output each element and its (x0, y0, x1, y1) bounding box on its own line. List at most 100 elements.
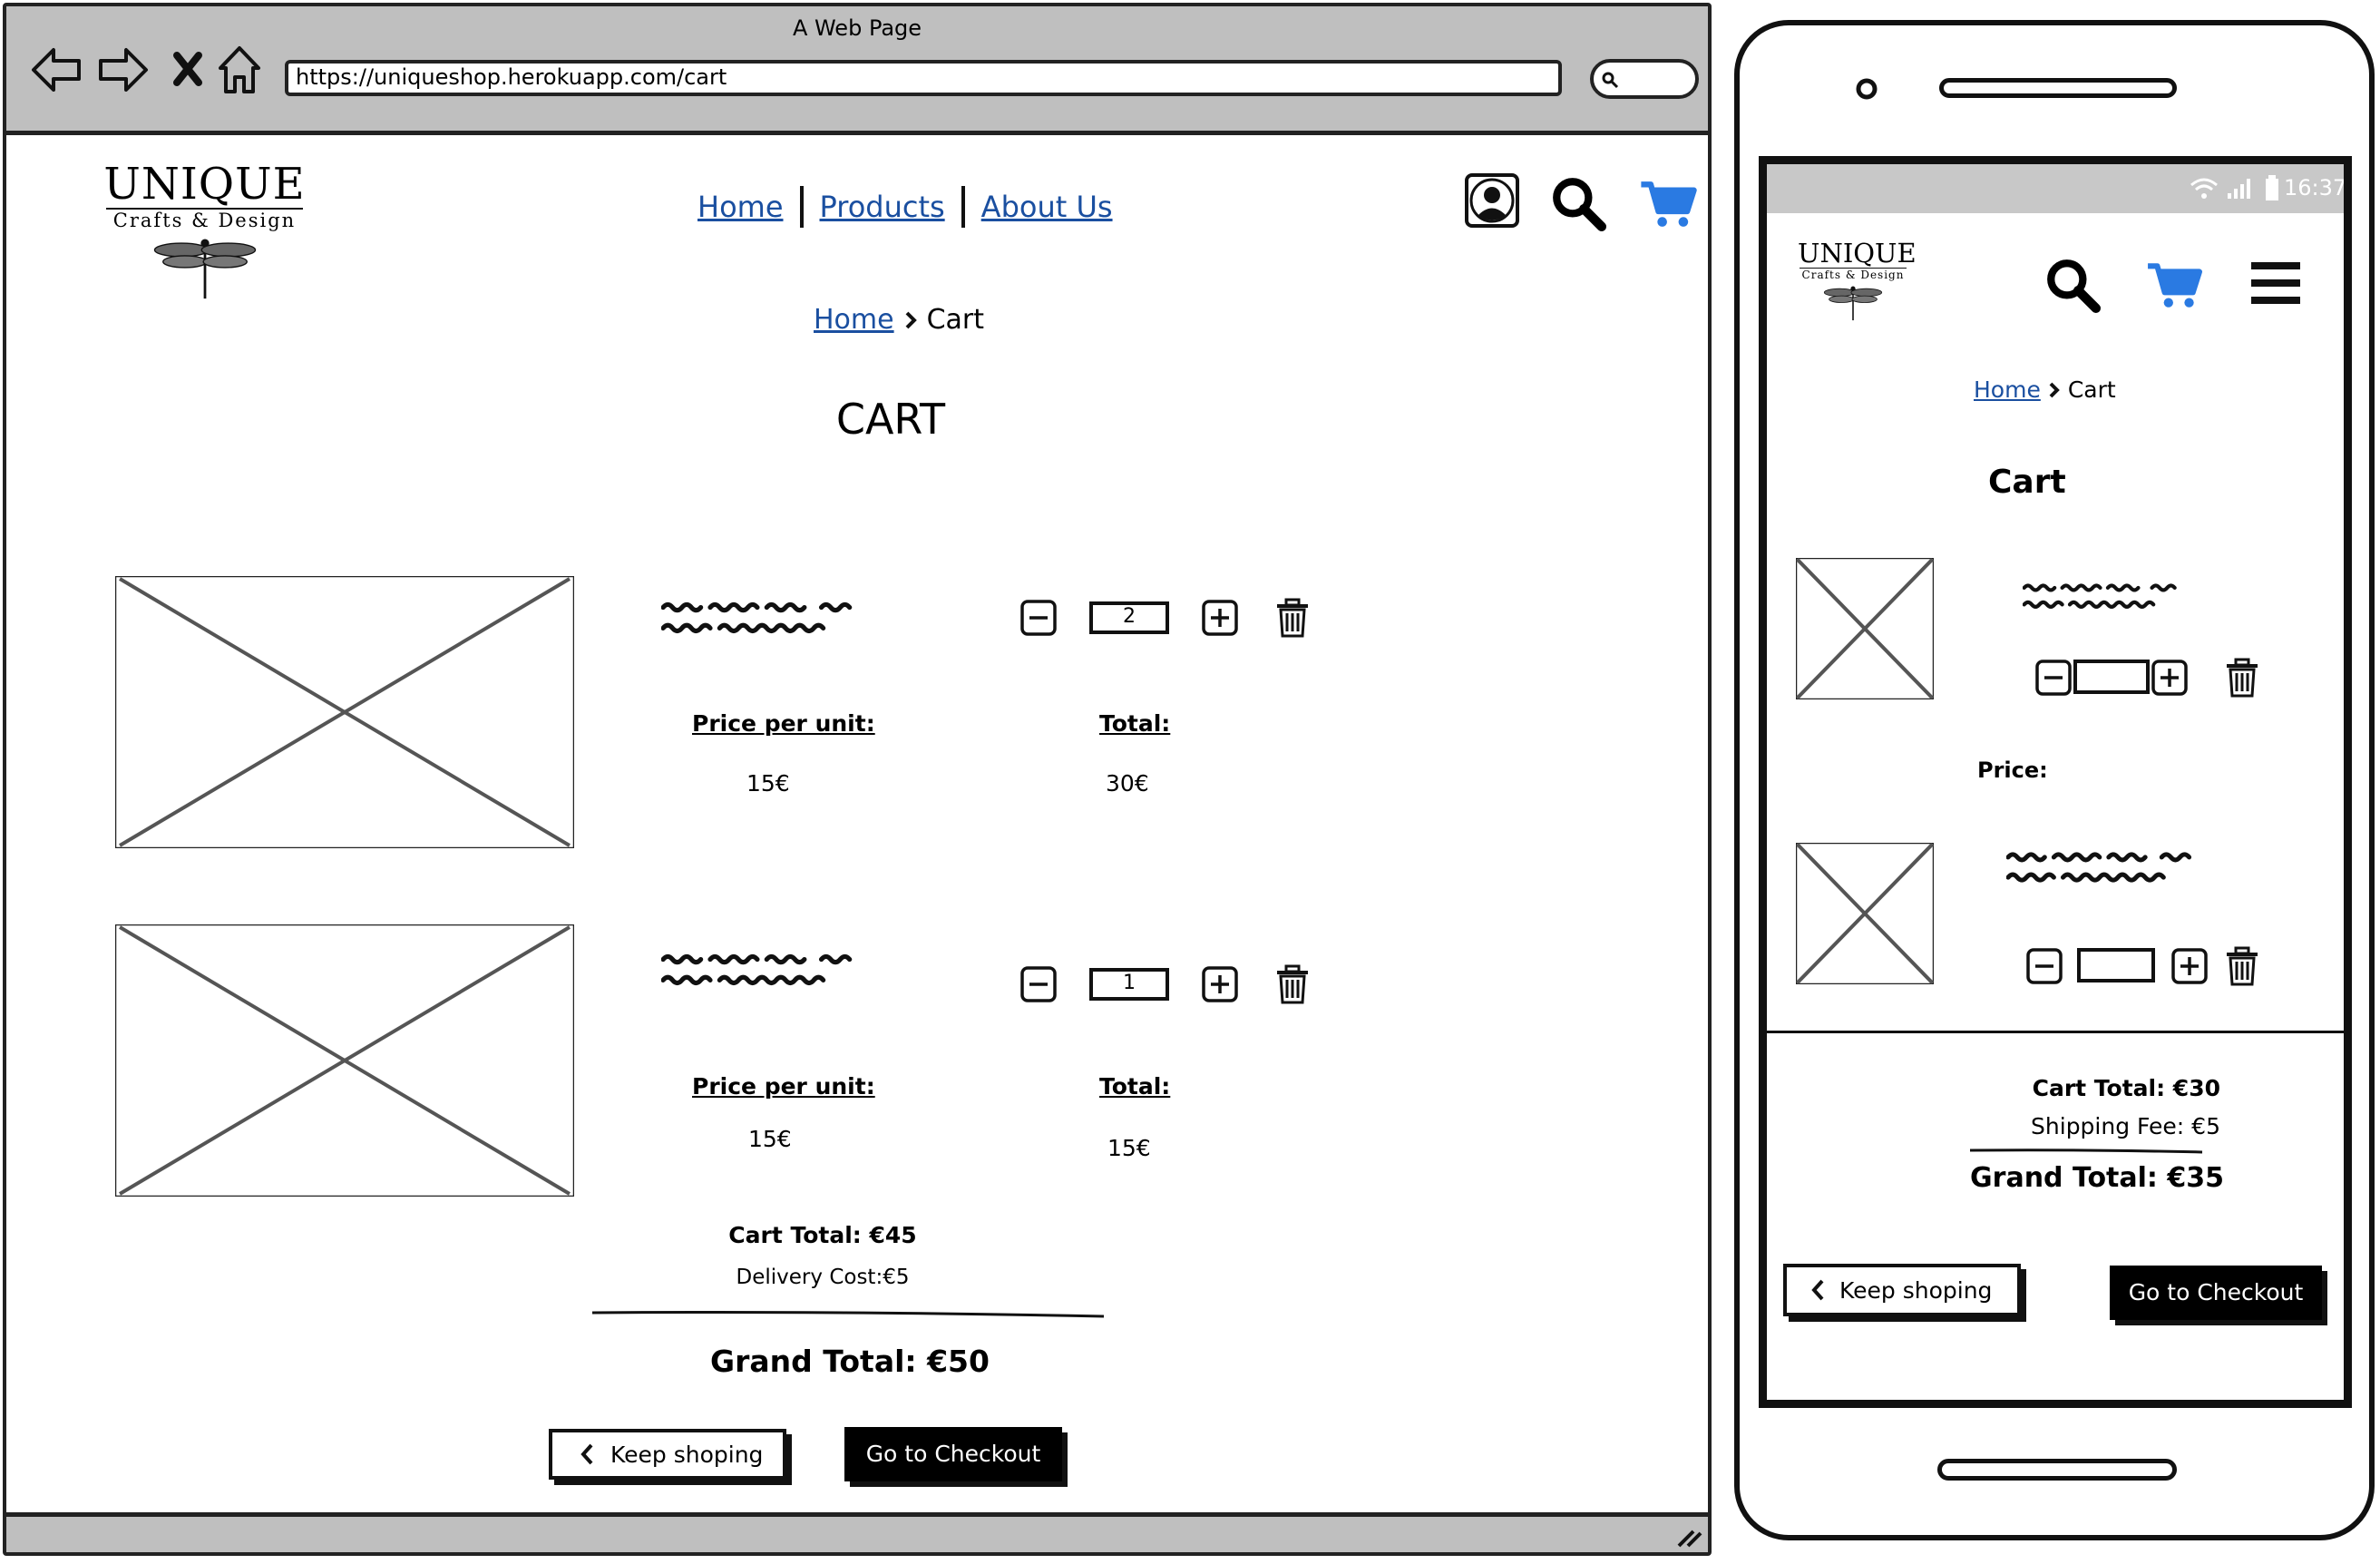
chevron-left-icon (1811, 1279, 1824, 1301)
grand-total: Grand Total: €50 (710, 1344, 990, 1379)
keep-shopping-label: Keep shoping (1839, 1276, 1993, 1304)
product-image-placeholder (115, 576, 574, 848)
url-bar[interactable]: https://uniqueshop.herokuapp.com/cart (285, 60, 1562, 96)
quantity-input[interactable] (2077, 948, 2155, 982)
keep-shopping-label: Keep shoping (610, 1441, 764, 1468)
quantity-input[interactable] (2073, 660, 2150, 694)
trash-icon[interactable] (2224, 946, 2260, 986)
minus-icon[interactable] (1020, 600, 1057, 636)
minus-icon[interactable] (1020, 966, 1057, 1002)
product-image-placeholder (115, 924, 574, 1197)
price-per-unit-value: 15€ (746, 770, 790, 797)
items-divider (1767, 1031, 2344, 1033)
dragonfly-logo-icon (1819, 282, 1887, 322)
keep-shopping-button[interactable]: Keep shoping (549, 1429, 786, 1480)
logo-subtitle: Crafts & Design (1801, 269, 1905, 281)
cart-total: Cart Total: €30 (2032, 1075, 2220, 1101)
site-logo[interactable]: UNIQUE Crafts & Design (1798, 238, 1917, 322)
browser-toolbar: A Web Page https://uniqueshop.herokuapp.… (6, 6, 1708, 135)
nav-divider (961, 186, 965, 228)
breadcrumb-home-link[interactable]: Home (1974, 376, 2041, 403)
quantity-input[interactable]: 2 (1089, 601, 1169, 634)
item-total-value: 15€ (1107, 1135, 1151, 1161)
totals-divider (1969, 1149, 2203, 1154)
shipping-fee: Shipping Fee: €5 (2031, 1113, 2220, 1139)
back-arrow-icon[interactable] (30, 46, 83, 93)
trash-icon[interactable] (1274, 964, 1311, 1004)
signal-icon (2228, 179, 2250, 199)
price-per-unit-label: Price per unit: (692, 710, 875, 737)
wifi-icon (2190, 178, 2218, 199)
browser-window: A Web Page https://uniqueshop.herokuapp.… (3, 3, 1712, 1556)
item-total-label: Total: (1099, 1073, 1171, 1100)
breadcrumb-home-link[interactable]: Home (814, 304, 894, 336)
user-account-icon[interactable] (1465, 173, 1519, 228)
home-icon[interactable] (217, 44, 262, 95)
delivery-cost: Delivery Cost:€5 (736, 1266, 910, 1289)
product-image-placeholder (1796, 843, 1934, 984)
cart-total: Cart Total: €45 (728, 1222, 917, 1248)
item-total-label: Total: (1099, 710, 1171, 737)
price-per-unit-value: 15€ (748, 1126, 792, 1152)
page-title: CART (835, 395, 946, 444)
forward-arrow-icon[interactable] (97, 46, 150, 93)
product-name-scribble (661, 600, 906, 638)
close-icon[interactable] (173, 52, 202, 86)
plus-icon[interactable] (2151, 660, 2188, 696)
browser-statusbar (6, 1512, 1708, 1552)
browser-search-field[interactable] (1590, 59, 1699, 99)
browser-window-title: A Web Page (792, 15, 922, 41)
minus-icon[interactable] (2035, 660, 2072, 696)
checkout-button[interactable]: Go to Checkout (2110, 1266, 2322, 1320)
search-icon (1602, 72, 1619, 89)
phone-camera-icon (1856, 78, 1878, 100)
dragonfly-logo-icon (146, 233, 264, 300)
plus-icon[interactable] (1202, 600, 1238, 636)
nav-home-link[interactable]: Home (697, 190, 784, 224)
breadcrumb: Home Cart (1974, 376, 2116, 403)
trash-icon[interactable] (1274, 598, 1311, 638)
logo-title: UNIQUE (1798, 238, 1917, 269)
plus-icon[interactable] (2171, 948, 2208, 984)
nav-products-link[interactable]: Products (820, 190, 945, 224)
menu-icon[interactable] (2249, 260, 2302, 306)
phone-home-button[interactable] (1937, 1459, 2177, 1481)
product-name-scribble (2023, 572, 2220, 621)
product-image-placeholder (1796, 558, 1934, 699)
product-name-scribble (2006, 846, 2244, 890)
logo-subtitle: Crafts & Design (112, 210, 297, 231)
resize-handle-icon[interactable] (1673, 1528, 1702, 1548)
phone-screen: 16:37 UNIQUE Crafts & Design Home Cart C… (1759, 156, 2352, 1408)
phone-speaker (1939, 78, 2177, 98)
totals-divider (591, 1311, 1105, 1318)
item-total-value: 30€ (1106, 770, 1149, 797)
main-nav: Home Products About Us (697, 186, 1113, 228)
minus-icon[interactable] (2026, 948, 2063, 984)
keep-shopping-button[interactable]: Keep shoping (1783, 1264, 2021, 1316)
phone-status-bar: 16:37 (1767, 164, 2344, 213)
battery-icon (2266, 175, 2278, 200)
chevron-right-icon (2049, 382, 2060, 397)
search-icon[interactable] (2044, 257, 2101, 313)
quantity-input[interactable]: 1 (1089, 968, 1169, 1001)
cart-icon[interactable] (1639, 179, 1697, 229)
product-name-scribble (661, 952, 906, 990)
price-label: Price: (1977, 758, 2048, 783)
nav-divider (799, 186, 804, 228)
trash-icon[interactable] (2224, 658, 2260, 698)
search-icon[interactable] (1550, 175, 1606, 231)
plus-icon[interactable] (1202, 966, 1238, 1002)
cart-icon[interactable] (2146, 260, 2202, 309)
site-logo[interactable]: UNIQUE Crafts & Design (102, 161, 307, 300)
chevron-right-icon (905, 311, 917, 328)
chevron-left-icon (580, 1443, 593, 1465)
price-per-unit-label: Price per unit: (692, 1073, 875, 1100)
breadcrumb-current: Cart (926, 304, 985, 336)
breadcrumb: Home Cart (814, 304, 984, 336)
checkout-button[interactable]: Go to Checkout (844, 1427, 1062, 1481)
logo-title: UNIQUE (103, 159, 306, 210)
status-time: 16:37 (2284, 175, 2347, 200)
breadcrumb-current: Cart (2067, 376, 2116, 403)
nav-about-link[interactable]: About Us (981, 190, 1113, 224)
page-title: Cart (1988, 464, 2066, 501)
